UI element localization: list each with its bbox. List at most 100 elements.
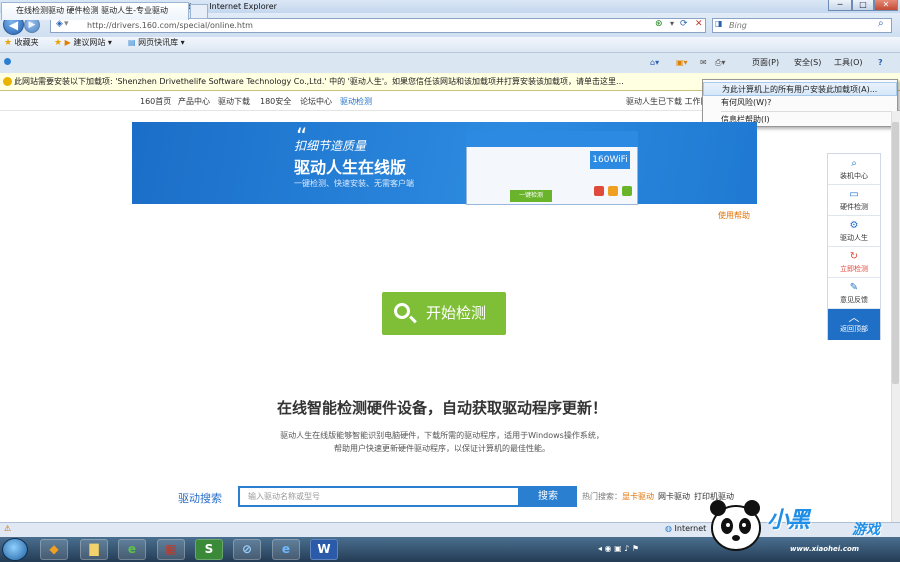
maximize-button[interactable]: □ <box>852 0 874 11</box>
suggested-sites-icon: ▶ <box>64 38 71 47</box>
chat-app-icon[interactable]: ⊘ <box>233 539 261 560</box>
site-nav-home[interactable]: 160首页 <box>140 96 171 107</box>
word-app-icon[interactable]: W <box>310 539 338 560</box>
panda-mascot-icon <box>710 500 761 551</box>
status-bar <box>0 522 900 537</box>
side-item-driverlife[interactable]: ⚙ 驱动人生 <box>828 216 880 247</box>
side-item-detect[interactable]: ↻ 立即检测 <box>828 247 880 278</box>
web-slice-gallery-button[interactable]: ▤ 网页快讯库 ▾ <box>128 37 185 53</box>
install-addon-menu-item[interactable]: 为此计算机上的所有用户安装此加载项(A)... <box>703 82 897 96</box>
site-nav-security[interactable]: 180安全 <box>260 96 291 107</box>
side-item-label: 硬件检测 <box>840 203 868 211</box>
tab-favicon-icon <box>4 58 11 65</box>
description-line-1: 驱动人生在线版能够智能识别电脑硬件，下载所需的驱动程序，适用于Windows操作… <box>280 431 604 440</box>
suggested-sites-label: 建议网站 <box>73 38 106 47</box>
edit-icon: ✎ <box>849 282 859 293</box>
banner-subtitle: 一键检测、快速安装、无需客户端 <box>294 179 414 188</box>
web-slice-label: 网页快讯库 <box>138 38 179 47</box>
promo-banner[interactable] <box>132 122 757 204</box>
mockup-wifi-badge: 160WiFi <box>590 151 630 169</box>
globe-icon: ◍ <box>665 524 672 533</box>
magnifier-icon <box>394 303 410 319</box>
new-tab-button[interactable] <box>190 4 208 19</box>
warning-shield-icon <box>3 77 12 86</box>
scrollbar-thumb[interactable] <box>892 122 899 384</box>
compat-icon[interactable]: ⊛ <box>655 19 663 29</box>
side-item-label: 装机中心 <box>840 172 868 180</box>
dropdown-arrow-icon[interactable]: ▾ <box>64 19 69 29</box>
watermark-game: 游戏 <box>852 522 880 538</box>
safety-menu[interactable]: 安全(S) <box>794 53 821 73</box>
side-item-label: 意见反馈 <box>840 296 868 304</box>
side-item-label: 驱动人生 <box>840 234 868 242</box>
side-item-install[interactable]: ⌕ 装机中心 <box>828 154 880 185</box>
favorites-button[interactable]: ★ 收藏夹 <box>4 37 39 53</box>
hot-search-label: 热门搜索： <box>582 492 622 501</box>
stop-icon[interactable]: ✕ <box>695 19 703 29</box>
system-tray-icons[interactable]: ◂ ◉ ▣ ♪ ⚑ <box>598 544 639 553</box>
main-headline: 在线智能检测硬件设备，自动获取驱动程序更新！ <box>276 399 607 417</box>
tab-active[interactable]: 在线检测驱动 硬件检测 驱动人生-专业驱动 <box>1 2 189 20</box>
explorer-icon[interactable]: ▇ <box>80 539 108 560</box>
watermark-url: www.xiaohei.com <box>790 545 860 553</box>
taskbar-app-icon[interactable]: ◆ <box>40 539 68 560</box>
zone-label: Internet <box>674 524 707 533</box>
banner-title: 驱动人生在线版 <box>294 158 407 177</box>
description-line-2: 帮助用户快速更新硬件驱动程序，以保证计算机的最佳性能。 <box>334 444 550 453</box>
media-app-icon[interactable]: ▦ <box>157 539 185 560</box>
search-box[interactable]: Bing <box>712 18 892 33</box>
mockup-app-icon <box>608 186 618 196</box>
help-menu[interactable]: ? <box>878 53 883 73</box>
add-favorite-icon: ★ <box>54 38 63 48</box>
tools-menu[interactable]: 工具(O) <box>834 53 863 73</box>
bing-logo-icon: ◨ <box>715 19 723 28</box>
search-icon: ⌕ <box>851 158 857 169</box>
site-nav-products[interactable]: 产品中心 <box>178 96 210 107</box>
address-bar[interactable]: http://drivers.160.com/special/online.ht… <box>50 18 706 33</box>
site-nav-forum[interactable]: 论坛中心 <box>300 96 332 107</box>
watermark-brand: 小黑 <box>767 508 810 533</box>
web-slice-icon: ▤ <box>128 38 136 47</box>
hot-search-link[interactable]: 显卡驱动 <box>622 491 654 502</box>
minimize-button[interactable]: ─ <box>828 0 852 11</box>
feeds-icon[interactable]: ▣▾ <box>676 53 688 73</box>
start-button[interactable] <box>2 538 28 561</box>
driver-search-label: 驱动搜索 <box>178 492 222 505</box>
mockup-detect-button: 一键检测 <box>510 190 552 202</box>
menu-separator <box>721 111 891 112</box>
close-button[interactable]: ✕ <box>874 0 898 11</box>
hot-search-link[interactable]: 网卡驱动 <box>658 491 690 502</box>
banner-slogan: 扣细节造质量 <box>294 139 367 153</box>
print-icon[interactable]: ⎙▾ <box>715 53 725 73</box>
address-dropdown-icon[interactable]: ▾ <box>670 19 674 28</box>
side-item-hardware[interactable]: ▭ 硬件检测 <box>828 185 880 216</box>
site-nav-right[interactable]: 驱动人生已下载 工作区 <box>626 96 709 107</box>
infobar-context-menu: 为此计算机上的所有用户安装此加载项(A)... 有何风险(W)? 信息栏帮助(I… <box>702 79 898 127</box>
refresh-icon[interactable]: ⟳ <box>680 19 688 29</box>
status-warning-icon: ⚠ <box>4 524 12 533</box>
driver-search-input[interactable]: 输入驱动名称或型号 <box>238 486 520 507</box>
mockup-app-icon <box>594 186 604 196</box>
site-nav-download[interactable]: 驱动下载 <box>218 96 250 107</box>
ie-window-icon[interactable]: e <box>272 539 300 560</box>
usage-help-link[interactable]: 使用帮助 <box>718 210 750 221</box>
suggested-sites-button[interactable]: ★ ▶ 建议网站 ▾ <box>54 37 112 53</box>
mockup-header <box>466 131 638 147</box>
compat-view-icon: ◈ <box>56 19 63 29</box>
back-to-top-button[interactable]: ︿ 返回顶部 <box>828 309 880 340</box>
mockup-app-icon <box>622 186 632 196</box>
what-risk-menu-item[interactable]: 有何风险(W)? <box>703 96 897 110</box>
driver-search-button[interactable]: 搜索 <box>519 486 577 507</box>
side-item-label: 立即检测 <box>840 265 868 273</box>
s-app-icon[interactable]: S <box>195 539 223 560</box>
page-menu[interactable]: 页面(P) <box>752 53 779 73</box>
home-icon[interactable]: ⌂▾ <box>650 53 659 73</box>
ie-taskbar-icon[interactable]: e <box>118 539 146 560</box>
chevron-up-icon: ︿ <box>848 311 860 324</box>
side-item-feedback[interactable]: ✎ 意见反馈 <box>828 278 880 309</box>
read-mail-icon[interactable]: ✉ <box>700 53 707 73</box>
back-to-top-label: 返回顶部 <box>840 325 868 333</box>
favorites-star-icon: ★ <box>4 38 13 48</box>
search-icon[interactable]: ⌕ <box>878 18 884 29</box>
site-nav-detect[interactable]: 驱动检测 <box>340 96 372 107</box>
